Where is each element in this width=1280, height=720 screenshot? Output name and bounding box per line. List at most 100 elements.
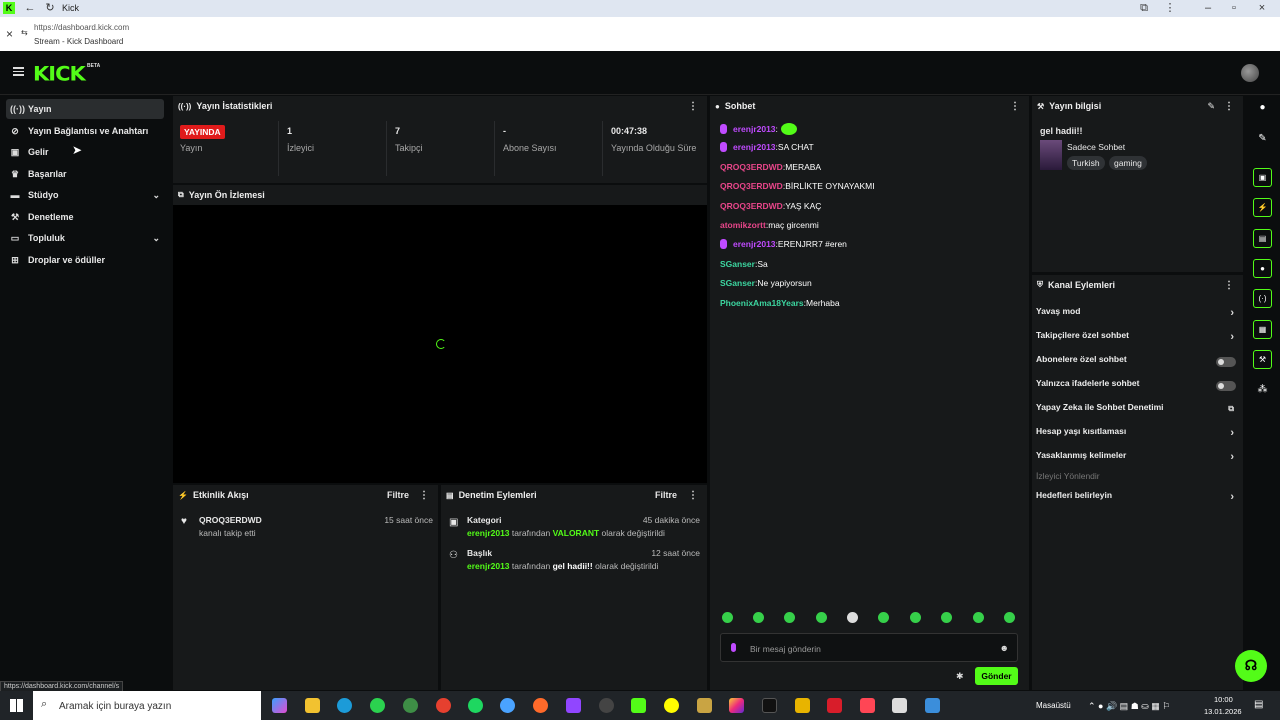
minimize-icon[interactable]: – [1202, 2, 1214, 14]
mod-actor[interactable]: erenjr2013 [467, 528, 510, 538]
site-settings-icon[interactable]: ⇆ [21, 28, 28, 37]
chat-username[interactable]: erenjr2013 [733, 142, 776, 152]
taskbar-search[interactable]: ⌕ Aramak için buraya yazın [33, 691, 261, 720]
messenger-icon[interactable] [500, 698, 515, 713]
extensions-icon[interactable]: ⧉ [1138, 2, 1150, 14]
gear-icon[interactable]: ✱ [956, 671, 964, 682]
file-explorer-icon[interactable] [305, 698, 320, 713]
action-banned-words[interactable]: Yasaklanmış kelimeler › [1036, 450, 1240, 468]
sidebar-item-drops[interactable]: ⊞ Droplar ve ödüller [6, 250, 164, 270]
window-app-icon[interactable] [925, 698, 940, 713]
windows-start-icon[interactable] [10, 699, 23, 712]
app-icon[interactable] [795, 698, 810, 713]
more-options-icon[interactable]: ⋮ [1224, 101, 1234, 112]
emote-icon[interactable] [847, 612, 858, 623]
back-icon[interactable]: ← [24, 2, 36, 14]
chat-username[interactable]: SGanser [720, 259, 755, 269]
emote-icon[interactable] [878, 612, 889, 623]
chat-username[interactable]: erenjr2013 [733, 124, 776, 134]
browser-menu-icon[interactable]: ⋮ [1164, 2, 1176, 14]
emote-icon[interactable] [784, 612, 795, 623]
chat-username[interactable]: QROQ3ERDWD [720, 181, 783, 191]
tag[interactable]: Turkish [1067, 156, 1105, 170]
toggle-switch[interactable] [1216, 357, 1236, 367]
more-options-icon[interactable]: ⋮ [688, 101, 698, 112]
close-icon[interactable]: × [6, 27, 13, 41]
notepad-icon[interactable] [892, 698, 907, 713]
desktop-label[interactable]: Masaüstü [1036, 701, 1071, 710]
chat-input[interactable]: Bir mesaj gönderin ☻ [720, 633, 1018, 662]
copilot-icon[interactable] [272, 698, 287, 713]
emoji-icon[interactable]: ☻ [1000, 643, 1009, 653]
toggle-switch[interactable] [1216, 381, 1236, 391]
stack-app-icon[interactable] [697, 698, 712, 713]
spotify-icon[interactable] [468, 698, 483, 713]
emote-icon[interactable] [973, 612, 984, 623]
chat-username[interactable]: QROQ3ERDWD [720, 162, 783, 172]
emote-icon[interactable] [722, 612, 733, 623]
whatsapp-icon[interactable] [370, 698, 385, 713]
more-options-icon[interactable]: ⋮ [688, 490, 698, 501]
url-text[interactable]: https://dashboard.kick.com [34, 23, 129, 32]
emote-icon[interactable] [816, 612, 827, 623]
info-icon[interactable]: ● [1253, 98, 1272, 117]
edit-icon[interactable]: ✎ [1207, 101, 1215, 112]
chat-username[interactable]: QROQ3ERDWD [720, 201, 783, 211]
chat-icon[interactable]: ● [1253, 259, 1272, 278]
action-followers-only[interactable]: Takipçilere özel sohbet › [1036, 330, 1240, 348]
filter-button[interactable]: Filtre [655, 490, 677, 500]
kick-logo[interactable]: KICK [33, 63, 86, 86]
edit-icon[interactable]: ✎ [1253, 129, 1272, 148]
restore-icon[interactable]: ▫ [1228, 2, 1240, 14]
edge-icon[interactable] [337, 698, 352, 713]
more-options-icon[interactable]: ⋮ [1224, 280, 1234, 291]
snapchat-icon[interactable] [664, 698, 679, 713]
send-button[interactable]: Gönder [975, 667, 1018, 685]
sidebar-item-achievements[interactable]: ♛ Başarılar [6, 164, 164, 184]
chat-username[interactable]: atomikzortt [720, 220, 766, 230]
document-icon[interactable]: ▤ [1253, 229, 1272, 248]
sidebar-item-stream-key[interactable]: ⊘ Yayın Bağlantısı ve Anahtarı [6, 121, 164, 141]
support-icon[interactable]: ☊ [1235, 650, 1267, 682]
action-ai-moderation[interactable]: Yapay Zeka ile Sohbet Denetimi ⧉ [1036, 402, 1240, 420]
wrench-icon[interactable]: ⚒ [1253, 350, 1272, 369]
obs-icon[interactable] [599, 698, 614, 713]
clock-date[interactable]: 13.01.2026 [1204, 707, 1242, 716]
more-options-icon[interactable]: ⋮ [419, 490, 429, 501]
emote-icon[interactable] [941, 612, 952, 623]
lightning-icon[interactable]: ⚡ [1253, 198, 1272, 217]
window-close-icon[interactable]: × [1256, 2, 1268, 14]
more-options-icon[interactable]: ⋮ [1010, 101, 1020, 112]
activity-user[interactable]: QROQ3ERDWD [199, 515, 262, 525]
video-icon[interactable]: ▣ [1253, 168, 1272, 187]
stats-icon[interactable]: ▦ [1253, 320, 1272, 339]
notification-icon[interactable]: ▤ [1254, 699, 1263, 710]
chat-username[interactable]: SGanser [720, 278, 755, 288]
sidebar-item-community[interactable]: ▭ Topluluk ⌄ [6, 228, 164, 248]
action-set-goals[interactable]: Hedefleri belirleyin › [1036, 490, 1240, 508]
tag[interactable]: gaming [1109, 156, 1147, 170]
action-slow-mode[interactable]: Yavaş mod › [1036, 306, 1240, 324]
twitch-icon[interactable] [566, 698, 581, 713]
valorant-icon[interactable] [860, 698, 875, 713]
clock-time[interactable]: 10:00 [1214, 695, 1233, 704]
kick-app-icon[interactable] [631, 698, 646, 713]
chrome-icon[interactable] [436, 698, 451, 713]
category-name[interactable]: Sadece Sohbet [1067, 142, 1125, 152]
instagram-icon[interactable] [729, 698, 744, 713]
chrome-icon[interactable] [403, 698, 418, 713]
chat-username[interactable]: PhoenixAma18Years [720, 298, 804, 308]
mod-actor[interactable]: erenjr2013 [467, 561, 510, 571]
tiktok-icon[interactable] [762, 698, 777, 713]
chat-username[interactable]: erenjr2013 [733, 239, 776, 249]
red-app-icon[interactable] [827, 698, 842, 713]
emote-icon[interactable] [910, 612, 921, 623]
broadcast-icon[interactable]: (·) [1253, 289, 1272, 308]
moon-app-icon[interactable] [533, 698, 548, 713]
reload-icon[interactable]: ↻ [44, 2, 56, 14]
emote-icon[interactable] [1004, 612, 1015, 623]
address-bar[interactable]: × ⇆ https://dashboard.kick.com Stream - … [0, 17, 1280, 51]
sidebar-item-moderation[interactable]: ⚒ Denetleme [6, 207, 164, 227]
sidebar-item-revenue[interactable]: ▣ Gelir [6, 142, 164, 162]
sidebar-item-stream[interactable]: ((·)) Yayın [6, 99, 164, 119]
